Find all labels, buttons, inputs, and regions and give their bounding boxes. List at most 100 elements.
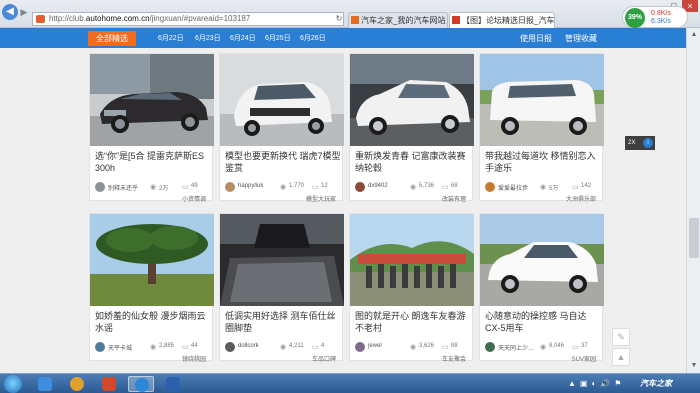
eye-icon: ◉ xyxy=(540,344,547,351)
taskbar-app-browser[interactable] xyxy=(64,376,90,392)
post-author[interactable]: dollcork xyxy=(238,343,259,349)
post-category[interactable]: SUV家园 xyxy=(572,354,596,363)
post-title[interactable]: 低调实用好选择 测车佰仕丝圈脚垫 xyxy=(225,310,341,334)
post-title[interactable]: 模型也要更新换代 瑞虎7模型鉴赏 xyxy=(225,150,341,174)
view-count: 5万 xyxy=(549,186,559,192)
arrow-right-icon[interactable]: ▶ xyxy=(18,6,30,18)
date-filter-bar: 全部精选 6月22日 6月23日 6月24日 6月25日 6月26日 使用日报 … xyxy=(0,28,686,48)
post-thumbnail[interactable] xyxy=(480,214,604,306)
post-thumbnail[interactable] xyxy=(220,214,344,306)
featured-grid: 选“你”是[5合 提雷克萨斯ES 300h 别释未还乎 ◉ 2万 ▭ 49 小资… xyxy=(0,48,686,373)
scroll-down-icon[interactable]: ▼ xyxy=(689,361,699,371)
scroll-up-icon[interactable]: ▲ xyxy=(689,30,699,40)
avatar[interactable] xyxy=(95,182,105,192)
comment-icon: ▭ xyxy=(312,344,319,351)
post-meta: dx9402 ◉ 5,736 ▭ 68 xyxy=(355,182,471,192)
date-tab[interactable]: 6月22日 xyxy=(158,31,184,46)
post-title[interactable]: 如娇羞的仙女般 漫步烟雨云水谣 xyxy=(95,310,211,334)
view-count: 5,736 xyxy=(419,183,435,189)
post-thumbnail[interactable] xyxy=(480,54,604,146)
taskbar-app-powerpoint[interactable] xyxy=(96,376,122,392)
start-button-icon[interactable] xyxy=(4,375,22,393)
post-title[interactable]: 带我越过每道坎 移情别恋入手途乐 xyxy=(485,150,601,174)
tray-volume-icon[interactable]: 🔊 xyxy=(600,379,610,389)
post-category[interactable]: 改装有理 xyxy=(442,194,466,203)
date-tab[interactable]: 6月24日 xyxy=(230,31,256,46)
arrow-left-icon[interactable]: ◀ xyxy=(2,4,18,20)
date-tab[interactable]: 6月26日 xyxy=(300,31,326,46)
tab-all-featured[interactable]: 全部精选 xyxy=(88,31,136,46)
avatar[interactable] xyxy=(485,342,495,352)
avatar[interactable] xyxy=(355,342,365,352)
link-manage-favorites[interactable]: 管理收藏 xyxy=(565,31,597,46)
tray-flag-icon[interactable]: ⚑ xyxy=(614,379,621,389)
eye-icon: ◉ xyxy=(150,184,157,191)
post-category[interactable]: 模型大玩家 xyxy=(306,194,336,203)
post-thumbnail[interactable] xyxy=(350,54,474,146)
vertical-scrollbar[interactable]: ▲ ▼ xyxy=(686,28,700,373)
post-author[interactable]: happyliuk xyxy=(238,183,263,189)
post-thumbnail[interactable] xyxy=(90,214,214,306)
taskbar-app-word[interactable] xyxy=(160,376,186,392)
tray-expand-icon[interactable]: ▲ xyxy=(568,379,576,389)
browser-icon xyxy=(70,377,84,391)
tab-forum-daily[interactable]: 【图】论坛精选日报_汽车... xyxy=(449,12,555,28)
post-category[interactable]: 车友聚会 xyxy=(442,354,466,363)
post-card[interactable]: 重新焕发青春 记富康改装赛纳轮毂 dx9402 ◉ 5,736 ▭ 68 改装有… xyxy=(349,53,474,203)
post-card[interactable]: 图的就是开心 朗逸车友春游不老村 jewel ◉ 3,626 ▭ 88 车友聚会 xyxy=(349,213,474,363)
post-title[interactable]: 图的就是开心 朗逸车友春游不老村 xyxy=(355,310,471,334)
view-count: 2万 xyxy=(159,186,169,192)
address-url-prefix: http://club. xyxy=(49,14,86,23)
date-tab[interactable]: 6月25日 xyxy=(265,31,291,46)
taskbar-app-ie[interactable] xyxy=(128,376,154,392)
view-count: 1,770 xyxy=(289,183,305,189)
back-to-top-icon[interactable]: ▲ xyxy=(612,348,630,366)
post-thumbnail[interactable] xyxy=(350,214,474,306)
post-card[interactable]: 心随意动的操控感 马自达CX-5用车 天天同上少… ◉ 8,046 ▭ 37 S… xyxy=(479,213,604,363)
avatar[interactable] xyxy=(485,182,495,192)
tray-app-icon[interactable]: ▣ xyxy=(580,379,588,389)
date-tab[interactable]: 6月23日 xyxy=(195,31,221,46)
post-card[interactable]: 模型也要更新换代 瑞虎7模型鉴赏 happyliuk ◉ 1,770 ▭ 12 … xyxy=(219,53,344,203)
post-author[interactable]: jewel xyxy=(368,343,382,349)
network-speed-widget[interactable]: 39% 0.8K/s 6.3K/s xyxy=(622,6,688,28)
feedback-icon[interactable]: ✎ xyxy=(612,328,630,346)
tray-network-icon[interactable]: ◐ xyxy=(591,379,596,389)
info-icon[interactable]: i xyxy=(643,138,653,148)
post-author[interactable]: 天平卡城 xyxy=(108,343,132,352)
avatar[interactable] xyxy=(95,342,105,352)
refresh-icon[interactable]: ↻ xyxy=(332,13,346,25)
word-icon xyxy=(166,377,180,391)
post-card[interactable]: 带我越过每道坎 移情别恋入手途乐 爱爱最拉步 ◉ 5万 ▭ 142 大洲俱乐部 xyxy=(479,53,604,203)
comment-icon: ▭ xyxy=(442,344,449,351)
link-use-daily[interactable]: 使用日报 xyxy=(520,31,552,46)
avatar[interactable] xyxy=(225,342,235,352)
tab-autohome[interactable]: 汽车之家_我的汽车网站，我的... xyxy=(348,12,448,28)
post-category[interactable]: 小资情调 xyxy=(182,194,206,203)
post-category[interactable]: 车品口碑 xyxy=(312,354,336,363)
address-url-host: autohome.com.cn xyxy=(85,14,150,23)
comment-icon: ▭ xyxy=(572,344,579,351)
post-title[interactable]: 选“你”是[5合 提雷克萨斯ES 300h xyxy=(95,150,211,174)
post-title[interactable]: 心随意动的操控感 马自达CX-5用车 xyxy=(485,310,601,334)
post-author[interactable]: 爱爱最拉步 xyxy=(498,183,528,192)
post-category[interactable]: 大洲俱乐部 xyxy=(566,194,596,203)
post-thumbnail[interactable] xyxy=(220,54,344,146)
post-category[interactable]: 镜绕桃园 xyxy=(182,354,206,363)
post-thumbnail[interactable] xyxy=(90,54,214,146)
avatar[interactable] xyxy=(355,182,365,192)
taskbar-app-cloud[interactable] xyxy=(32,376,58,392)
post-card[interactable]: 低调实用好选择 测车佰仕丝圈脚垫 dollcork ◉ 4,211 ▭ 4 车品… xyxy=(219,213,344,363)
scrollbar-thumb[interactable] xyxy=(689,218,699,258)
post-card[interactable]: 如娇羞的仙女般 漫步烟雨云水谣 天平卡城 ◉ 2,885 ▭ 44 镜绕桃园 xyxy=(89,213,214,363)
post-author[interactable]: dx9402 xyxy=(368,183,388,189)
post-author[interactable]: 天天同上少… xyxy=(498,343,534,352)
floating-widget[interactable]: 2X i xyxy=(625,136,655,150)
post-card[interactable]: 选“你”是[5合 提雷克萨斯ES 300h 别释未还乎 ◉ 2万 ▭ 49 小资… xyxy=(89,53,214,203)
address-bar[interactable]: http://club.autohome.com.cn/jingxuan/#pv… xyxy=(32,12,344,26)
comment-icon: ▭ xyxy=(312,184,319,191)
post-author[interactable]: 别释未还乎 xyxy=(108,183,138,192)
avatar[interactable] xyxy=(225,182,235,192)
post-title[interactable]: 重新焕发青春 记富康改装赛纳轮毂 xyxy=(355,150,471,174)
tab-favicon-icon xyxy=(452,16,460,24)
